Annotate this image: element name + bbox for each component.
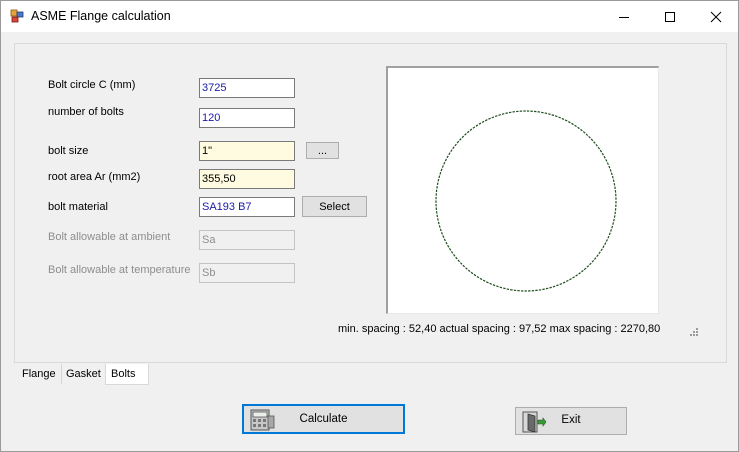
window-title: ASME Flange calculation: [31, 9, 171, 23]
exit-button[interactable]: Exit: [515, 407, 627, 435]
exit-label: Exit: [561, 414, 581, 426]
tab-gasket[interactable]: Gasket: [61, 364, 107, 384]
bolt-circle-outline: [435, 110, 617, 292]
tab-flange[interactable]: Flange: [17, 364, 62, 384]
select-material-button[interactable]: Select: [302, 196, 367, 217]
minimize-icon: [619, 16, 629, 18]
bolt-circle-preview: [386, 66, 659, 314]
calculate-label: Calculate: [299, 413, 348, 425]
bolt-size-browse-button[interactable]: ...: [306, 142, 339, 159]
close-button[interactable]: [693, 1, 739, 32]
bolt-material-label: bolt material: [48, 201, 108, 213]
calculate-button[interactable]: Calculate: [242, 404, 405, 434]
root-area-label: root area Ar (mm2): [48, 171, 141, 183]
maximize-icon: [665, 11, 675, 22]
spacing-status: min. spacing : 52,40 actual spacing : 97…: [338, 323, 661, 335]
app-icon: [10, 9, 24, 23]
number-of-bolts-label: number of bolts: [48, 106, 124, 118]
bolt-circle-label: Bolt circle C (mm): [48, 79, 136, 91]
number-of-bolts-field[interactable]: 120: [199, 108, 295, 128]
resize-grip-icon[interactable]: [689, 327, 699, 337]
root-area-field[interactable]: 355,50: [199, 169, 295, 189]
app-window: ASME Flange calculation Bolt circle C (m…: [0, 0, 739, 452]
allowable-temperature-label: Bolt allowable at temperature: [48, 264, 191, 276]
minimize-button[interactable]: [601, 1, 647, 32]
bolt-material-field[interactable]: SA193 B7: [199, 197, 295, 217]
allowable-temperature-field: Sb: [199, 263, 295, 283]
title-bar[interactable]: ASME Flange calculation: [1, 1, 738, 32]
maximize-button[interactable]: [647, 1, 693, 32]
bolt-circle-field[interactable]: 3725: [199, 78, 295, 98]
tab-bolts[interactable]: Bolts: [105, 364, 149, 385]
close-icon: [710, 11, 722, 22]
bolt-size-field[interactable]: 1": [199, 141, 295, 161]
bolt-size-label: bolt size: [48, 145, 89, 157]
allowable-ambient-label: Bolt allowable at ambient: [48, 231, 171, 243]
bolt-circle-drawing: [435, 110, 617, 292]
allowable-ambient-field: Sa: [199, 230, 295, 250]
